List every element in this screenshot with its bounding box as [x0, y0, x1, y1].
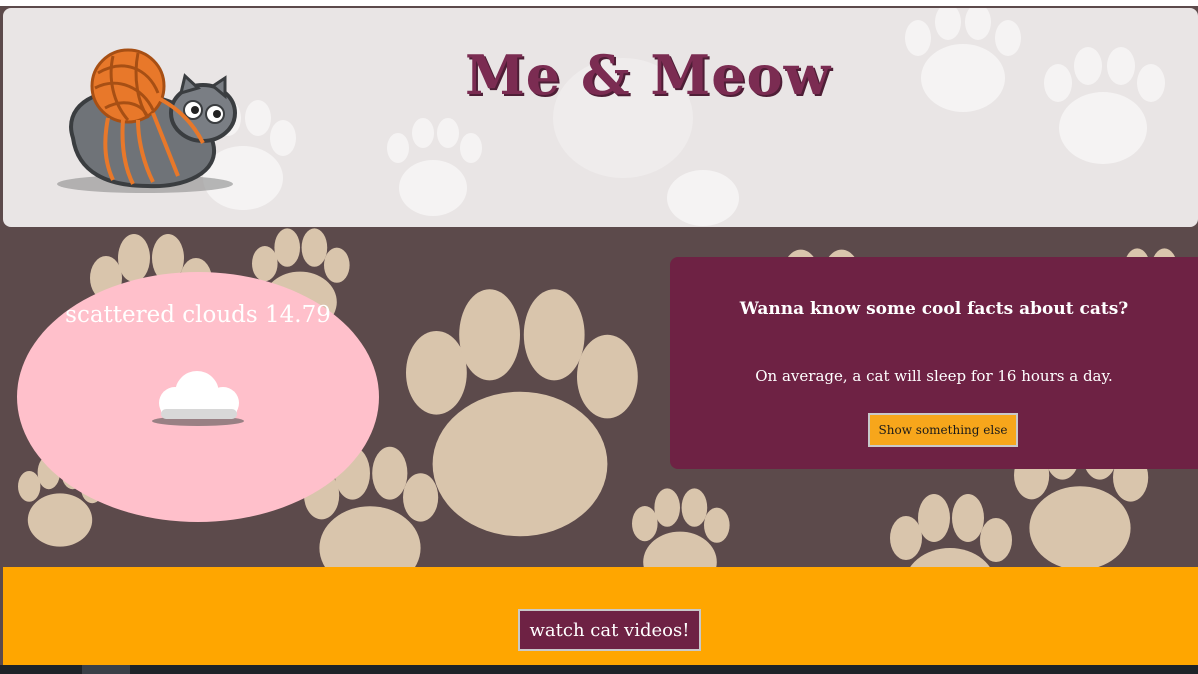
cloud-icon — [152, 371, 244, 426]
cat-with-yarn-ball-icon — [57, 48, 237, 193]
weather-description: scattered clouds 14.79 — [65, 302, 331, 328]
cat-fact-text: On average, a cat will sleep for 16 hour… — [755, 367, 1113, 385]
site-title: Me & Meow — [464, 43, 832, 107]
cat-facts-panel: Wanna know some cool facts about cats? O… — [670, 257, 1198, 469]
taskbar-item[interactable] — [82, 665, 130, 674]
cat-facts-heading: Wanna know some cool facts about cats? — [739, 299, 1129, 319]
footer-bar: watch cat videos! — [3, 567, 1198, 665]
os-taskbar — [0, 665, 1198, 674]
weather-widget: scattered clouds 14.79 — [17, 272, 379, 522]
show-something-else-button[interactable]: Show something else — [868, 413, 1018, 447]
watch-cat-videos-button[interactable]: watch cat videos! — [518, 609, 701, 651]
site-header: Me & Meow — [3, 8, 1198, 227]
